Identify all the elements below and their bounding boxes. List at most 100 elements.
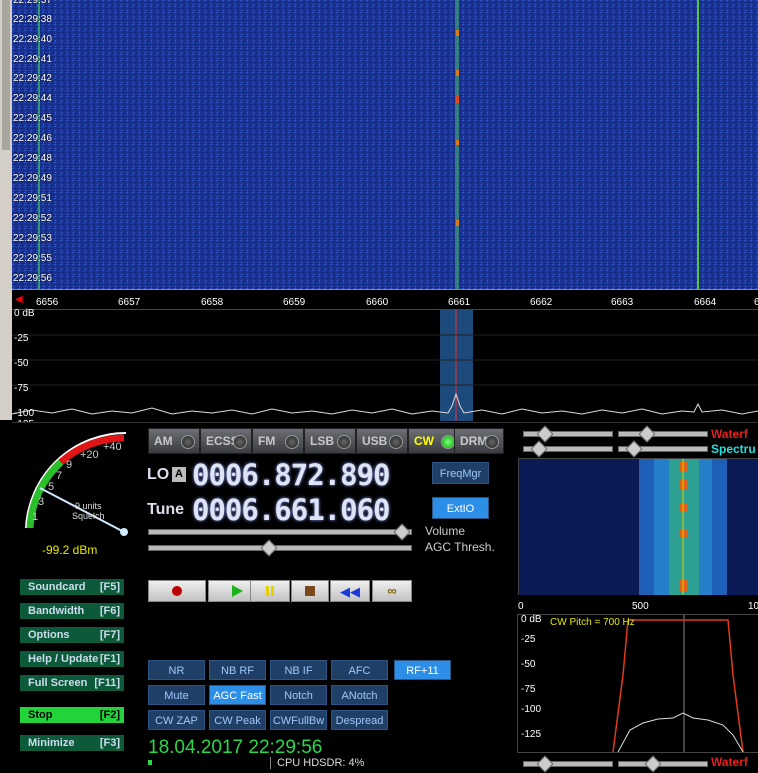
mode-usb[interactable]: USB xyxy=(356,428,408,454)
waterfall-timestamp: 22:29:41 xyxy=(13,54,52,65)
rp-slider-4[interactable] xyxy=(618,440,708,458)
rp-slider-1[interactable] xyxy=(523,425,613,443)
dsp-rf-11[interactable]: RF+11 xyxy=(394,660,451,680)
main-spectrum[interactable]: 0 dB-25-50-75-100-125 xyxy=(12,308,758,430)
rp-slider-6[interactable] xyxy=(618,755,708,773)
waterfall-timestamp: 22:29:42 xyxy=(13,73,52,84)
spectrum-db-label: -25 xyxy=(14,333,29,344)
spectrum-label: Spectru xyxy=(711,442,756,456)
squelch-label[interactable]: 9 units Squelch xyxy=(72,501,105,521)
dsp-despread[interactable]: Despread xyxy=(331,710,388,730)
frequency-scale[interactable]: ◀ 6656 6657 6658 6659 6660 6661 6662 6663 6664 66… xyxy=(12,289,758,310)
spectrum-plot xyxy=(12,310,758,421)
dsp-agc-fast[interactable]: AGC Fast xyxy=(209,685,266,705)
button-key: [F5] xyxy=(99,581,120,593)
freq-label: 6658 xyxy=(201,297,224,308)
button-key: [F1] xyxy=(99,653,120,665)
s-meter-scale-3: 3 xyxy=(38,496,45,508)
dsp-notch[interactable]: Notch xyxy=(270,685,327,705)
freq-label: 6664 xyxy=(694,297,717,308)
pause-icon xyxy=(266,586,269,596)
left-button-bandwidth[interactable]: Bandwidth [F6] xyxy=(19,602,125,620)
dsp-nr[interactable]: NR xyxy=(148,660,205,680)
audio-waterfall[interactable] xyxy=(518,458,758,597)
waterfall-timestamp: 22:29:45 xyxy=(13,113,52,124)
left-button-help-update[interactable]: Help / Update [F1] xyxy=(19,650,125,668)
left-button-options[interactable]: Options [F7] xyxy=(19,626,125,644)
mode-drm[interactable]: DRM xyxy=(454,428,504,454)
button-key: [F11] xyxy=(94,677,120,689)
agc-label: AGC Thresh. xyxy=(425,540,495,554)
mode-led-icon xyxy=(337,435,351,449)
rewind-button[interactable]: ◀◀ xyxy=(330,580,370,602)
waterfall-timestamp: 22:29:44 xyxy=(13,93,52,104)
button-label: Options xyxy=(28,629,70,641)
dsp-anotch[interactable]: ANotch xyxy=(331,685,388,705)
freq-label: 6663 xyxy=(611,297,634,308)
button-key: [F7] xyxy=(99,629,120,641)
dsp-cw-peak[interactable]: CW Peak xyxy=(209,710,266,730)
mode-fm[interactable]: FM xyxy=(252,428,304,454)
volume-slider[interactable] xyxy=(148,523,412,541)
button-label: Bandwidth xyxy=(28,605,85,617)
scale-left-arrow-icon[interactable]: ◀ xyxy=(15,294,23,305)
rp-slider-5[interactable] xyxy=(523,755,613,773)
rp-slider-2[interactable] xyxy=(618,425,708,443)
cw-pitch: CW Pitch = 700 Hz xyxy=(550,617,635,628)
waterfall-timestamp: 22:29:40 xyxy=(13,34,52,45)
audio-freq-1000: 10 xyxy=(748,601,758,612)
mode-ecss[interactable]: ECSS xyxy=(200,428,252,454)
s-meter-scale-40: +40 xyxy=(103,441,122,453)
dsp-cw-zap[interactable]: CW ZAP xyxy=(148,710,205,730)
waterfall-scrollbar[interactable] xyxy=(0,0,12,420)
freq-label: 6665 xyxy=(754,297,758,308)
dsp-nb-if[interactable]: NB IF xyxy=(270,660,327,680)
s-meter-scale-7: 7 xyxy=(56,470,63,482)
waterfall-timestamp: 22:29:53 xyxy=(13,233,52,244)
left-button-full-screen[interactable]: Full Screen [F11] xyxy=(19,674,125,692)
waterfall-noise xyxy=(12,0,758,289)
mode-label: CW xyxy=(414,434,434,448)
dsp-afc[interactable]: AFC xyxy=(331,660,388,680)
mode-label: FM xyxy=(258,434,276,448)
button-label: Help / Update xyxy=(28,653,99,665)
stop-icon xyxy=(305,586,315,596)
extio-button[interactable]: ExtIO xyxy=(432,497,489,519)
freq-label: 6656 xyxy=(36,297,59,308)
cpu-usage: CPU HDSDR: 4% xyxy=(270,757,364,769)
left-button-stop[interactable]: Stop [F2] xyxy=(19,706,125,724)
freqmgr-button[interactable]: FreqMgr xyxy=(432,462,489,484)
agc-slider[interactable] xyxy=(148,539,412,557)
loop-icon: ∞ xyxy=(387,583,397,598)
waterfall-timestamp: 22:29:48 xyxy=(13,153,52,164)
button-key: [F3] xyxy=(99,737,120,749)
spectrum-db-label: -100 xyxy=(14,408,35,419)
loop-button[interactable]: ∞ xyxy=(372,580,412,602)
stop-playback-button[interactable] xyxy=(291,580,329,602)
spectrum-db-label: -75 xyxy=(14,383,29,394)
dsp-cwfullbw[interactable]: CWFullBw xyxy=(270,710,327,730)
rewind-icon: ◀◀ xyxy=(340,584,360,599)
mode-am[interactable]: AM xyxy=(148,428,200,454)
pause-button[interactable] xyxy=(250,580,290,602)
mode-label: DRM xyxy=(460,434,488,448)
mode-cw[interactable]: CW xyxy=(408,428,460,454)
record-button[interactable] xyxy=(148,580,206,602)
dsp-nb-rf[interactable]: NB RF xyxy=(209,660,266,680)
record-icon xyxy=(172,586,182,596)
dsp-mute[interactable]: Mute xyxy=(148,685,205,705)
lo-a-toggle[interactable]: A xyxy=(172,467,186,482)
waterfall-timestamp: 22:29:46 xyxy=(13,133,52,144)
mode-lsb[interactable]: LSB xyxy=(304,428,356,454)
lo-frequency[interactable]: 0006.872.890 xyxy=(192,458,391,492)
scroll-thumb[interactable] xyxy=(2,0,10,150)
audio-freq-scale[interactable]: 0 500 10 xyxy=(518,595,758,613)
waterfall-timestamp: 22:29:52 xyxy=(13,213,52,224)
left-button-minimize[interactable]: Minimize [F3] xyxy=(19,734,125,752)
button-label: Full Screen xyxy=(28,677,88,689)
tune-frequency[interactable]: 0006.661.060 xyxy=(192,493,391,527)
left-button-soundcard[interactable]: Soundcard [F5] xyxy=(19,578,125,596)
audio-spectrum[interactable] xyxy=(517,614,758,753)
rp-slider-3[interactable] xyxy=(523,440,613,458)
main-waterfall[interactable] xyxy=(12,0,758,289)
